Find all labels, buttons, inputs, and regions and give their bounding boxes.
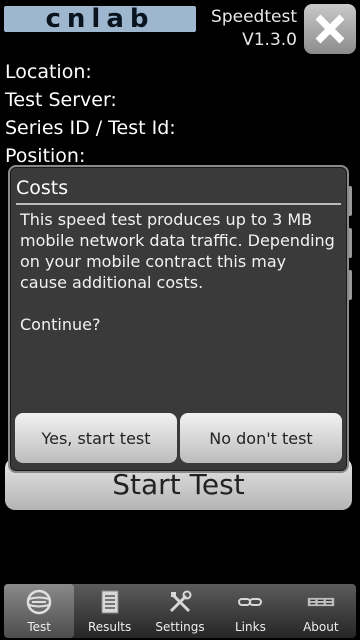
tab-label-settings: Settings	[155, 620, 205, 634]
logo-text: cnlab	[45, 4, 155, 34]
tab-test[interactable]: Test	[4, 584, 75, 638]
close-button[interactable]	[304, 4, 356, 54]
tab-about[interactable]: About	[286, 584, 356, 638]
dialog-body: This speed test produces up to 3 MB mobi…	[20, 209, 338, 335]
costs-dialog: Costs This speed test produces up to 3 M…	[8, 165, 349, 473]
yes-button-label: Yes, start test	[41, 428, 151, 448]
cnlab-logo-icon	[307, 588, 335, 616]
dialog-question: Continue?	[20, 315, 101, 334]
series-id-label: Series ID / Test Id:	[5, 117, 176, 139]
close-icon	[315, 14, 345, 44]
dialog-message: This speed test produces up to 3 MB mobi…	[20, 210, 335, 292]
document-icon	[96, 588, 124, 616]
app-version: V1.3.0	[242, 30, 297, 50]
tab-settings[interactable]: Settings	[145, 584, 215, 638]
globe-icon	[25, 588, 53, 616]
tab-label-links: Links	[235, 620, 266, 634]
link-icon	[236, 588, 264, 616]
dialog-divider	[16, 203, 341, 205]
app-title-block: Speedtest V1.3.0	[211, 6, 297, 52]
bottom-tab-bar: Test Results Settings Links About	[4, 584, 356, 638]
tab-results[interactable]: Results	[74, 584, 144, 638]
location-label: Location:	[5, 61, 92, 83]
yes-start-test-button[interactable]: Yes, start test	[15, 413, 177, 463]
cnlab-logo: cnlab	[4, 6, 196, 32]
no-dont-test-button[interactable]: No don't test	[180, 413, 342, 463]
dialog-title: Costs	[16, 177, 69, 199]
tab-label-about: About	[303, 620, 339, 634]
tab-label-results: Results	[87, 620, 132, 634]
speedtest-screen: cnlab Speedtest V1.3.0 Location: Test Se…	[0, 0, 360, 640]
test-server-label: Test Server:	[5, 89, 117, 111]
test-info: Location: Test Server: Series ID / Test …	[5, 58, 176, 170]
tab-links[interactable]: Links	[215, 584, 285, 638]
tab-label-test: Test	[27, 620, 52, 634]
no-button-label: No don't test	[209, 428, 313, 448]
tools-icon	[166, 588, 194, 616]
app-name: Speedtest	[211, 7, 297, 27]
